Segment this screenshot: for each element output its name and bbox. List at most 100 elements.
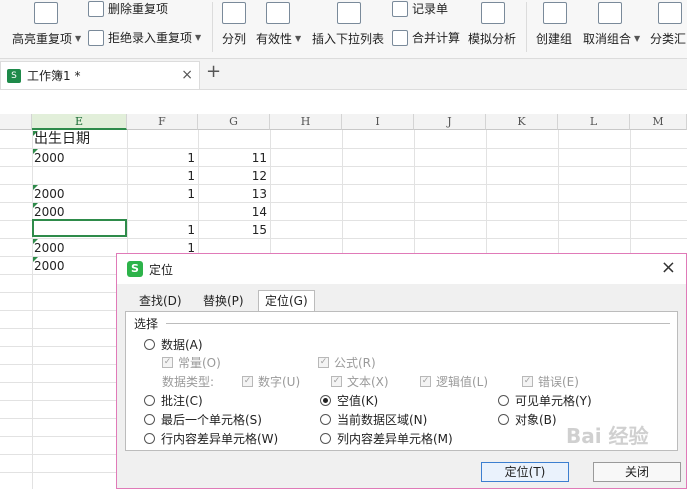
checkbox-text[interactable]: ✓ 文本(X): [331, 373, 389, 390]
column-header-m[interactable]: M: [630, 114, 687, 130]
checkmark-icon: ✓: [162, 357, 173, 368]
option-visible-cells[interactable]: 可见单元格(Y): [498, 392, 592, 409]
ribbon-toolbar: 高亮重复项 ▼ 删除重复项 拒绝录入重复项 ▼ 分列 有效性 ▼ 插入下拉列表 记录单…: [0, 0, 687, 59]
cell-g2[interactable]: 11: [198, 149, 267, 167]
cell-e4[interactable]: 2000: [34, 185, 65, 203]
checkmark-icon: ✓: [420, 376, 431, 387]
create-group-button[interactable]: 创建组: [536, 30, 572, 47]
close-button[interactable]: 关闭: [593, 462, 681, 482]
option-data[interactable]: 数据(A): [144, 336, 203, 353]
goto-dialog: S 定位 × 查找(D) 替换(P) 定位(G) 选择 数据(A) ✓ 常量(O)…: [116, 253, 687, 489]
watermark-logo: Bai 经验: [566, 424, 649, 448]
subtotal-button[interactable]: 分类汇: [650, 30, 686, 47]
wps-logo-icon: S: [127, 261, 143, 277]
subtotal-icon[interactable]: [658, 2, 682, 24]
cell-f3[interactable]: 1: [127, 167, 195, 185]
highlight-duplicates-icon[interactable]: [34, 2, 58, 24]
merge-calc-icon: [392, 29, 408, 46]
cell-e2[interactable]: 2000: [34, 149, 65, 167]
split-column-button[interactable]: 分列: [222, 30, 246, 47]
cell-f6[interactable]: 1: [127, 221, 195, 239]
validity-icon[interactable]: [266, 2, 290, 24]
ungroup-icon[interactable]: [598, 2, 622, 24]
dialog-title-bar[interactable]: S 定位 ×: [117, 254, 686, 284]
highlight-duplicates-button[interactable]: 高亮重复项 ▼: [12, 30, 81, 47]
split-column-icon[interactable]: [222, 2, 246, 24]
validity-button[interactable]: 有效性 ▼: [256, 30, 301, 47]
spreadsheet-icon: S: [7, 68, 21, 83]
tab-goto[interactable]: 定位(G): [258, 290, 315, 312]
section-label: 选择: [134, 317, 159, 331]
cell-g6[interactable]: 15: [198, 221, 267, 239]
checkmark-icon: ✓: [242, 376, 253, 387]
reject-duplicates-button[interactable]: 拒绝录入重复项 ▼: [88, 29, 201, 46]
reject-duplicates-icon: [88, 29, 104, 46]
option-current-region[interactable]: 当前数据区域(N): [320, 411, 427, 428]
workbook-tab[interactable]: S 工作簿1 * ×: [0, 61, 200, 89]
radio-icon: [320, 414, 331, 425]
option-blank[interactable]: 空值(K): [320, 392, 378, 409]
cell-e8[interactable]: 2000: [34, 257, 65, 275]
cell-f4[interactable]: 1: [127, 185, 195, 203]
insert-dropdown-button[interactable]: 插入下拉列表: [312, 30, 384, 47]
delete-duplicates-icon: [88, 0, 104, 17]
document-tab-bar: S 工作簿1 * × +: [0, 59, 687, 90]
checkmark-icon: ✓: [318, 357, 329, 368]
column-header-g[interactable]: G: [198, 114, 270, 130]
radio-icon: [144, 433, 155, 444]
option-col-diff[interactable]: 列内容差异单元格(M): [320, 430, 453, 447]
checkbox-logical[interactable]: ✓ 逻辑值(L): [420, 373, 488, 390]
simulate-analysis-button[interactable]: 模拟分析: [468, 30, 516, 47]
delete-duplicates-button[interactable]: 删除重复项: [88, 0, 168, 17]
goto-panel: 选择 数据(A) ✓ 常量(O) ✓ 公式(R) 数据类型: ✓ 数字(U) ✓ 文本(…: [125, 311, 678, 451]
record-list-icon: [392, 0, 408, 17]
active-cell-selection[interactable]: [32, 219, 127, 237]
ribbon-separator: [212, 2, 213, 52]
column-header-j[interactable]: J: [414, 114, 486, 130]
cell-g4[interactable]: 13: [198, 185, 267, 203]
option-comment[interactable]: 批注(C): [144, 392, 203, 409]
checkmark-icon: ✓: [331, 376, 342, 387]
dialog-close-icon[interactable]: ×: [661, 257, 676, 278]
cell-g3[interactable]: 12: [198, 167, 267, 185]
column-header-k[interactable]: K: [486, 114, 558, 130]
insert-dropdown-icon[interactable]: [337, 2, 361, 24]
section-divider: [166, 323, 670, 324]
column-header-e[interactable]: E: [32, 114, 127, 130]
option-last-cell[interactable]: 最后一个单元格(S): [144, 411, 262, 428]
corner-header[interactable]: [0, 114, 32, 130]
tab-replace[interactable]: 替换(P): [197, 291, 250, 311]
column-header-h[interactable]: H: [270, 114, 342, 130]
checkbox-number[interactable]: ✓ 数字(U): [242, 373, 300, 390]
column-header-l[interactable]: L: [558, 114, 630, 130]
simulate-analysis-icon[interactable]: [481, 2, 505, 24]
radio-icon: [144, 395, 155, 406]
column-header-f[interactable]: F: [127, 114, 198, 130]
formula-bar[interactable]: [0, 90, 687, 115]
merge-calc-button[interactable]: 合并计算: [392, 29, 460, 46]
radio-icon: [144, 414, 155, 425]
create-group-icon[interactable]: [543, 2, 567, 24]
column-header-i[interactable]: I: [342, 114, 414, 130]
radio-selected-icon: [320, 395, 331, 406]
ungroup-button[interactable]: 取消组合 ▼: [583, 30, 640, 47]
checkbox-formula[interactable]: ✓ 公式(R): [318, 354, 376, 371]
add-tab-icon[interactable]: +: [206, 61, 221, 82]
ribbon-separator: [526, 2, 527, 52]
option-object[interactable]: 对象(B): [498, 411, 557, 428]
cell-g5[interactable]: 14: [198, 203, 267, 221]
cell-f2[interactable]: 1: [127, 149, 195, 167]
close-tab-icon[interactable]: ×: [181, 67, 193, 83]
record-list-button[interactable]: 记录单: [392, 0, 448, 17]
checkbox-error[interactable]: ✓ 错误(E): [522, 373, 579, 390]
dialog-title: 定位: [149, 263, 174, 277]
cell-e1[interactable]: 出生日期: [34, 130, 90, 148]
checkbox-constant[interactable]: ✓ 常量(O): [162, 354, 221, 371]
radio-icon: [320, 433, 331, 444]
cell-e7[interactable]: 2000: [34, 239, 65, 257]
option-row-diff[interactable]: 行内容差异单元格(W): [144, 430, 278, 447]
tab-find[interactable]: 查找(D): [133, 291, 188, 311]
workbook-tab-label: 工作簿1 *: [27, 69, 81, 83]
goto-button[interactable]: 定位(T): [481, 462, 569, 482]
checkmark-icon: ✓: [522, 376, 533, 387]
